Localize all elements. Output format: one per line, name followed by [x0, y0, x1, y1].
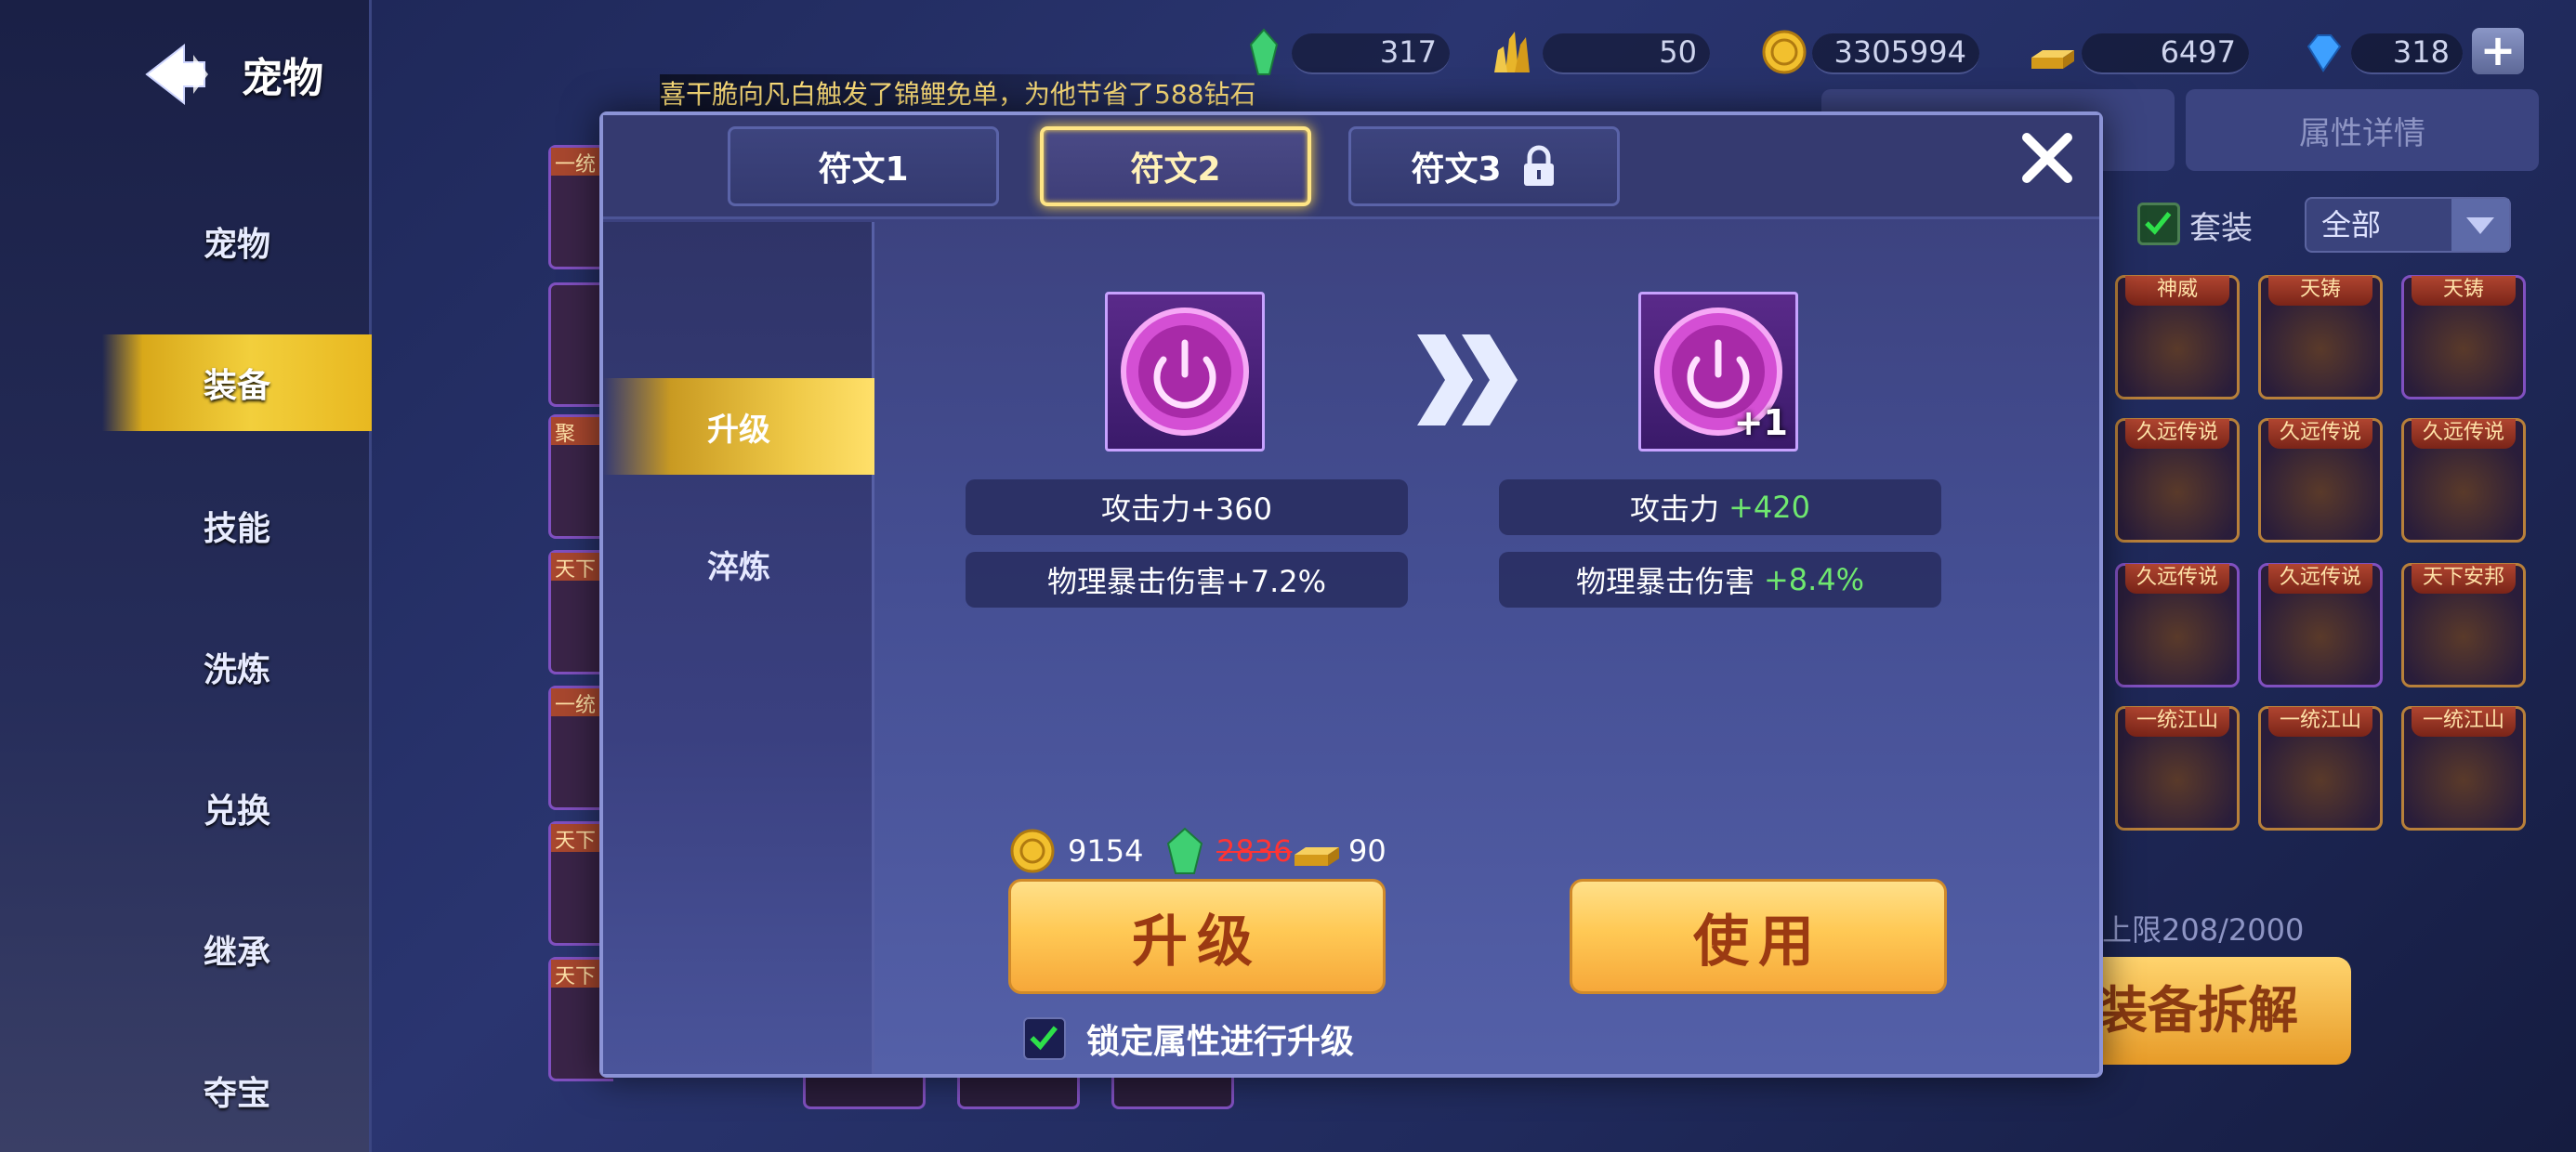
modal-header: 符文1 符文2 符文3 — [603, 115, 2099, 219]
nav-item-equipment[interactable]: 装备 — [102, 334, 372, 431]
equip-item[interactable]: 天铸 — [2258, 275, 2383, 399]
gold-crystal-icon — [1494, 32, 1530, 72]
check-icon — [2145, 212, 2172, 235]
side-item-temper[interactable]: 淬炼 — [603, 516, 874, 612]
nav-item-treasure[interactable]: 夺宝 — [102, 1042, 372, 1139]
lock-icon — [1523, 145, 1554, 186]
equip-item[interactable]: 久远传说 — [2115, 418, 2240, 543]
equip-slot[interactable] — [957, 1078, 1080, 1109]
tab-rune-1[interactable]: 符文1 — [728, 126, 999, 206]
next-stat-attack: 攻击力 +420 — [1499, 479, 1941, 535]
green-gem-icon — [1166, 827, 1203, 874]
equip-item[interactable]: 一统江山 — [2115, 706, 2240, 831]
nav-item-exchange[interactable]: 兑换 — [102, 760, 372, 857]
suit-checkbox[interactable] — [2137, 203, 2180, 245]
gold-bars-icon — [1295, 847, 1339, 866]
resource-bars: 6497 — [2026, 26, 2249, 78]
resource-diamond: 318 — [2295, 26, 2463, 78]
use-button[interactable]: 使用 — [1570, 879, 1947, 994]
rune-level-badge: +1 — [1733, 402, 1788, 443]
side-item-upgrade[interactable]: 升级 — [603, 378, 874, 475]
blue-diamond-icon — [2307, 34, 2342, 72]
equip-item[interactable]: 久远传说 — [2258, 418, 2383, 543]
resource-crystal: 50 — [1487, 26, 1710, 78]
rune-icon — [1121, 308, 1249, 436]
gold-coin-icon — [1762, 30, 1807, 74]
nav-item-pet[interactable]: 宠物 — [102, 193, 372, 290]
current-rune — [1105, 292, 1265, 452]
equip-item[interactable]: 久远传说 — [2115, 563, 2240, 687]
chevron-down-icon — [2451, 199, 2509, 251]
tab-rune-2[interactable]: 符文2 — [1040, 126, 1311, 206]
green-gem-icon — [1249, 28, 1279, 75]
lock-attributes-checkbox[interactable] — [1023, 1017, 1066, 1060]
equip-item[interactable]: 天铸 — [2401, 275, 2526, 399]
add-diamond-button[interactable]: + — [2472, 28, 2524, 74]
current-stat-attack: 攻击力+360 — [966, 479, 1408, 535]
sidebar: 宠物 宠物 装备 技能 洗炼 兑换 继承 夺宝 — [0, 0, 372, 1152]
equip-item[interactable]: 神威 — [2115, 275, 2240, 399]
cost-bars: 90 — [1291, 823, 1387, 879]
gold-coin-icon — [1010, 829, 1055, 873]
equip-item[interactable]: 一统江山 — [2401, 706, 2526, 831]
bars-count: 6497 — [2160, 34, 2236, 70]
back-arrow-icon[interactable] — [139, 42, 214, 107]
diamond-count: 318 — [2392, 34, 2450, 70]
current-stat-crit: 物理暴击伤害+7.2% — [966, 552, 1408, 608]
equip-item[interactable]: 久远传说 — [2258, 563, 2383, 687]
lock-attributes-label: 锁定属性进行升级 — [1086, 1023, 1355, 1061]
rune-upgrade-modal: 符文1 符文2 符文3 升级 淬炼 +1 攻击力+360 物理暴击伤害+7.2%… — [599, 111, 2103, 1078]
upgrade-button[interactable]: 升级 — [1008, 879, 1386, 994]
gem-count: 317 — [1379, 34, 1437, 70]
page-title: 宠物 — [242, 55, 323, 102]
next-rune: +1 — [1638, 292, 1798, 452]
nav-item-inherit[interactable]: 继承 — [102, 901, 372, 998]
tab-rune-3[interactable]: 符文3 — [1348, 126, 1620, 206]
close-icon[interactable] — [2017, 128, 2077, 188]
cost-gold: 9154 — [1008, 823, 1143, 879]
equip-item[interactable]: 天下安邦 — [2401, 563, 2526, 687]
nav-item-skill[interactable]: 技能 — [102, 478, 372, 574]
double-arrow-icon — [1417, 334, 1518, 425]
tab-attribute-detail[interactable]: 属性详情 — [2186, 89, 2539, 171]
header: 宠物 — [139, 37, 323, 111]
equip-item[interactable]: 一统江山 — [2258, 706, 2383, 831]
lock-attributes-row: 锁定属性进行升级 — [1023, 1015, 1354, 1063]
gold-count: 3305994 — [1833, 34, 1966, 70]
filter-dropdown[interactable]: 全部 — [2305, 197, 2511, 253]
resource-gold: 3305994 — [1756, 26, 1979, 78]
bag-limit-text: 包上限208/2000 — [2072, 912, 2305, 948]
equip-slot[interactable] — [1111, 1078, 1234, 1109]
check-icon — [1030, 1026, 1058, 1051]
modal-side-menu: 升级 淬炼 — [603, 222, 874, 1074]
next-stat-crit: 物理暴击伤害 +8.4% — [1499, 552, 1941, 608]
resource-gem: 317 — [1236, 26, 1450, 78]
suit-label: 套装 — [2189, 210, 2253, 247]
crystal-count: 50 — [1659, 34, 1697, 70]
nav-item-refine[interactable]: 洗炼 — [102, 619, 372, 715]
equip-slot[interactable] — [803, 1078, 926, 1109]
cost-gem: 2836 — [1161, 823, 1292, 879]
broadcast-ticker: 喜干脆向凡白触发了锦鲤免单，为他节省了588钻石 — [660, 74, 1310, 115]
equip-item[interactable]: 久远传说 — [2401, 418, 2526, 543]
gold-bars-icon — [2031, 50, 2074, 69]
